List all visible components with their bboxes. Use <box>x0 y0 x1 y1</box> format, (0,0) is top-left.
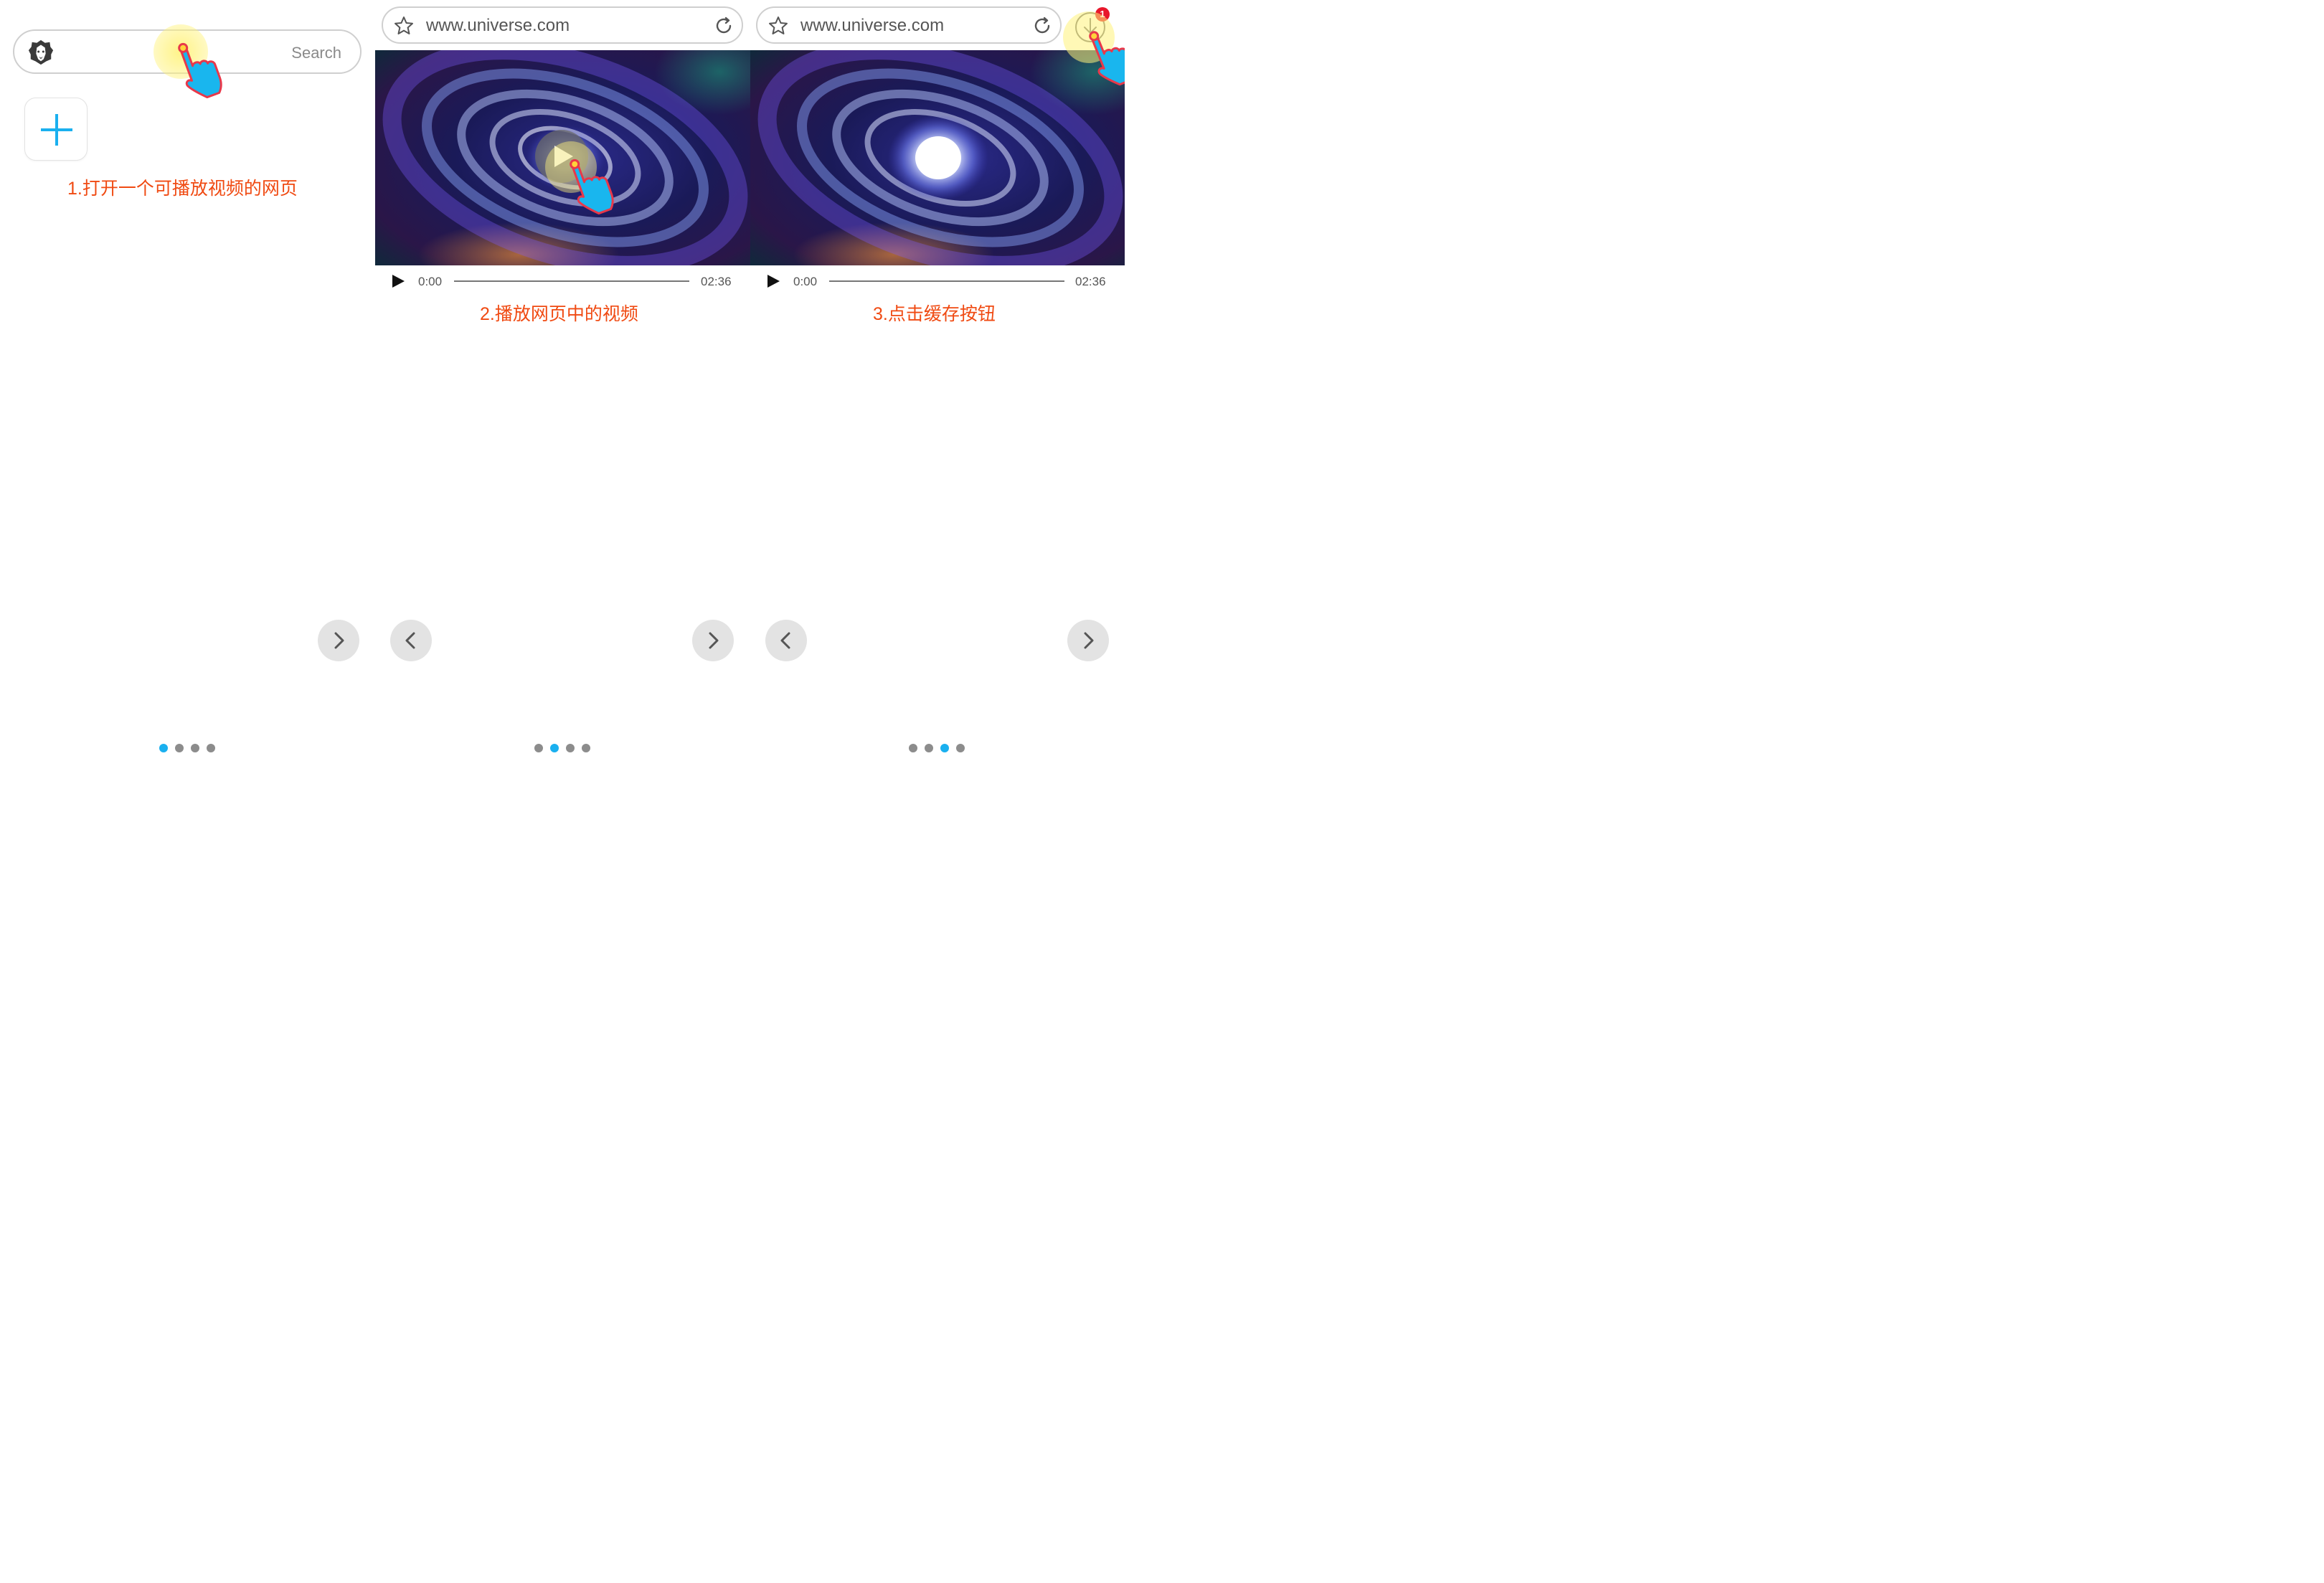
step-caption: 3.点击缓存按钮 <box>873 304 996 324</box>
progress-bar[interactable] <box>454 280 689 282</box>
page-dot <box>207 744 215 752</box>
page-indicator <box>909 744 966 752</box>
star-icon[interactable] <box>767 15 789 37</box>
touch-hint-icon <box>1063 11 1125 91</box>
page-dot <box>534 744 543 752</box>
total-time: 02:36 <box>1075 275 1106 288</box>
page-dot <box>175 744 184 752</box>
page-indicator <box>534 744 592 752</box>
step-3-panel: www.universe.com 1 0:00 02:36 3.点击缓存按钮 <box>750 0 1125 766</box>
url-text: www.universe.com <box>426 16 570 35</box>
next-button[interactable] <box>692 620 734 661</box>
page-dot <box>550 744 559 752</box>
add-shortcut-button[interactable] <box>24 98 88 161</box>
next-button[interactable] <box>1067 620 1109 661</box>
chevron-right-icon <box>709 632 719 649</box>
touch-hint-icon <box>153 24 226 104</box>
star-icon[interactable] <box>393 15 415 37</box>
chevron-left-icon <box>405 632 415 649</box>
reload-icon[interactable] <box>713 15 734 37</box>
step-caption: 2.播放网页中的视频 <box>480 304 638 324</box>
page-dot <box>925 744 933 752</box>
search-placeholder: Search <box>291 44 341 62</box>
address-bar[interactable]: www.universe.com <box>382 6 743 44</box>
page-dot <box>956 744 965 752</box>
step-2-panel: www.universe.com 0:00 02:36 2.播放网页中的视频 <box>375 0 750 766</box>
play-icon[interactable] <box>391 274 405 288</box>
video-player[interactable] <box>375 50 750 265</box>
progress-bar[interactable] <box>829 280 1064 282</box>
url-text: www.universe.com <box>800 16 945 35</box>
chevron-left-icon <box>780 632 790 649</box>
chevron-right-icon <box>1084 632 1094 649</box>
lion-logo-icon <box>28 39 54 65</box>
page-indicator <box>159 744 217 752</box>
page-dot <box>159 744 168 752</box>
step-caption: 1.打开一个可播放视频的网页 <box>67 179 298 199</box>
reload-icon[interactable] <box>1031 15 1053 37</box>
page-dot <box>909 744 917 752</box>
video-controls: 0:00 02:36 <box>375 267 750 296</box>
chevron-right-icon <box>334 632 344 649</box>
prev-button[interactable] <box>390 620 432 661</box>
total-time: 02:36 <box>701 275 732 288</box>
play-icon[interactable] <box>766 274 780 288</box>
page-dot <box>191 744 199 752</box>
next-button[interactable] <box>318 620 359 661</box>
plus-icon <box>41 114 72 146</box>
page-dot <box>582 744 590 752</box>
current-time: 0:00 <box>418 275 443 288</box>
video-controls: 0:00 02:36 <box>750 267 1125 296</box>
page-dot <box>566 744 575 752</box>
touch-hint-icon <box>545 141 618 220</box>
current-time: 0:00 <box>793 275 818 288</box>
page-dot <box>940 744 949 752</box>
prev-button[interactable] <box>765 620 807 661</box>
step-1-panel: Search 1.打开一个可播放视频的网页 <box>0 0 375 766</box>
address-bar[interactable]: www.universe.com <box>756 6 1062 44</box>
